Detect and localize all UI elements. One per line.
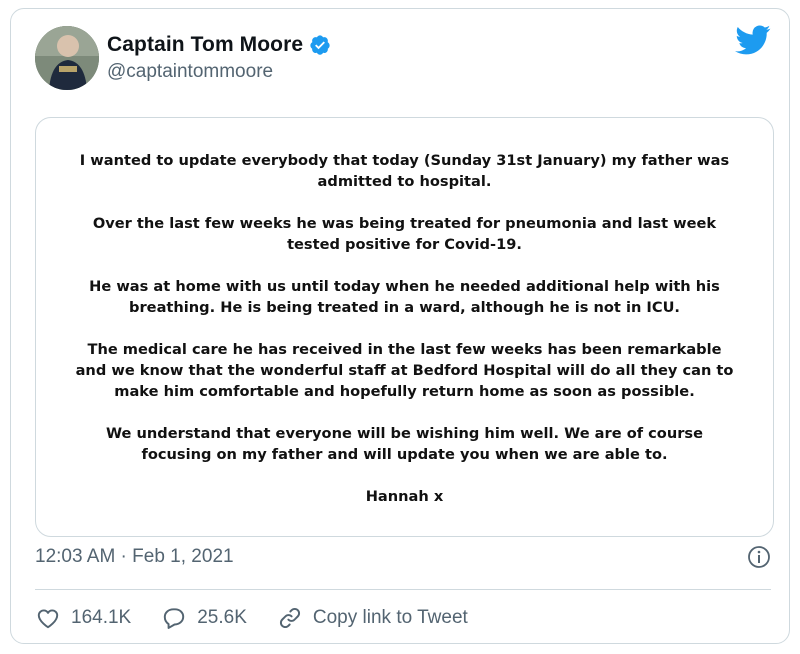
avatar-image (35, 26, 99, 90)
speech-bubble-icon (164, 608, 185, 629)
like-button[interactable]: 164.1K (35, 605, 131, 631)
display-name[interactable]: Captain Tom Moore (107, 33, 303, 57)
author-name-row[interactable]: Captain Tom Moore (107, 33, 331, 57)
reply-button[interactable]: 25.6K (161, 605, 247, 631)
statement-signature: Hannah x (365, 488, 444, 505)
statement-paragraph: We understand that everyone will be wish… (105, 425, 704, 463)
statement-paragraph: I wanted to update everybody that today … (79, 152, 730, 190)
info-icon[interactable] (747, 545, 771, 569)
statement-paragraph: The medical care he has received in the … (75, 341, 734, 400)
statement-paragraph: Over the last few weeks he was being tre… (92, 215, 717, 253)
verified-badge-icon (310, 35, 330, 55)
reply-count: 25.6K (197, 607, 247, 628)
statement-image[interactable]: I wanted to update everybody that today … (35, 117, 774, 537)
link-icon (279, 607, 300, 629)
author-handle[interactable]: @captaintommoore (107, 61, 273, 83)
heart-icon (37, 609, 59, 629)
twitter-bird-icon[interactable] (735, 25, 771, 55)
divider (35, 589, 771, 590)
tweet-embed: Captain Tom Moore @captaintommoore I wan… (10, 8, 790, 644)
copy-link-button[interactable]: Copy link to Tweet (277, 605, 468, 631)
action-bar: 164.1K 25.6K Copy link to Tweet (35, 605, 498, 631)
tweet-timestamp[interactable]: 12:03 AM · Feb 1, 2021 (35, 546, 234, 568)
copy-link-label: Copy link to Tweet (312, 607, 468, 628)
like-count: 164.1K (71, 607, 132, 628)
statement-paragraph: He was at home with us until today when … (89, 278, 720, 316)
avatar[interactable] (35, 26, 99, 90)
